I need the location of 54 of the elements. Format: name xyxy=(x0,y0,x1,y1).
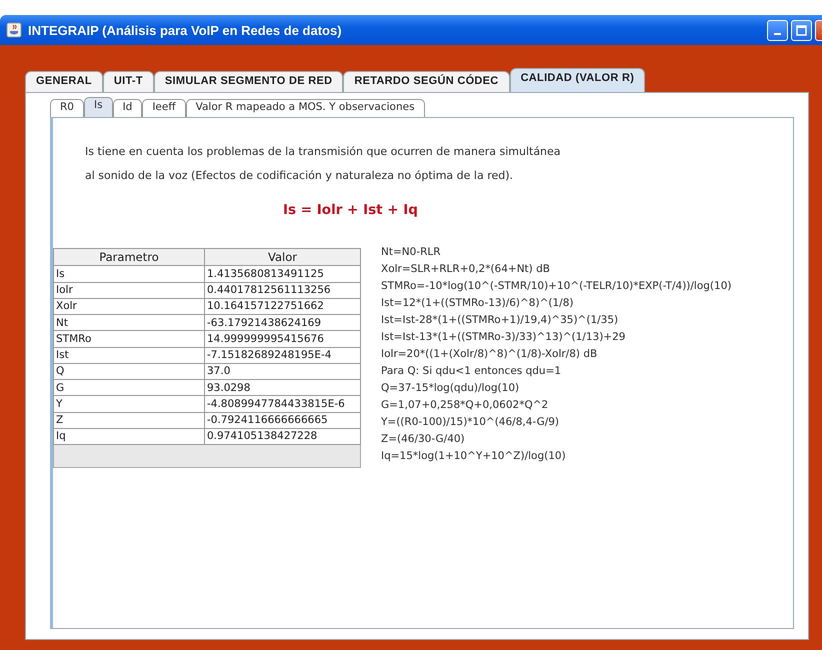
table-cell: -0.7924116666666665 xyxy=(204,412,360,428)
column-header: Valor xyxy=(204,248,360,266)
table-cell: 93.0298 xyxy=(204,380,360,396)
table-cell: Y xyxy=(54,396,204,412)
table-cell: -7.15182689248195E-4 xyxy=(204,347,360,364)
subtab[interactable]: R0 xyxy=(50,99,84,117)
table-cell: 0.44017812561113256 xyxy=(204,282,360,298)
table-cell: Q xyxy=(54,363,204,380)
column-header: Parametro xyxy=(54,248,204,266)
formula-text: Y=((R0-100)/15)*10^(46/8,4-G/9) xyxy=(381,415,560,430)
table-cell: Iolr xyxy=(54,282,204,298)
table-cell: G xyxy=(54,380,204,396)
table-cell: Ist xyxy=(54,347,204,364)
minimize-button[interactable] xyxy=(767,20,788,40)
window-title: INTEGRAIP (Análisis para VoIP en Redes de datos) xyxy=(28,22,342,38)
formula-text: Ist=12*(1+((STMRo-13)/6)^8)^(1/8) xyxy=(381,296,574,311)
table-cell: Is xyxy=(54,266,204,282)
description-text: al sonido de la voz (Efectos de codificación y naturaleza no óptima de la red). xyxy=(84,168,514,184)
app-icon xyxy=(6,22,22,38)
formula-text: Nt=N0-RLR xyxy=(381,245,442,260)
table-cell: 10.164157122751662 xyxy=(204,298,360,315)
table-cell: Z xyxy=(54,412,204,428)
tab[interactable]: GENERAL xyxy=(25,71,103,92)
table-cell: 37.0 xyxy=(204,363,360,380)
tab[interactable]: UIT-T xyxy=(102,71,154,92)
table-cell: 1.4135680813491125 xyxy=(204,266,360,282)
formula-text: Ist=Ist-28*(1+((STMRo+1)/19,4)^35)^(1/35) xyxy=(381,313,620,328)
table-cell: 14.999999995415676 xyxy=(204,330,360,348)
table-cell: Xolr xyxy=(54,298,204,315)
formula-text: Xolr=SLR+RLR+0,2*(64+Nt) dB xyxy=(381,262,551,277)
formula-text: Ist=Ist-13*(1+((STMRo-3)/33)^13)^(1/13)+29 xyxy=(381,330,626,345)
subtab[interactable]: Is xyxy=(84,97,113,117)
tab[interactable]: CALIDAD (VALOR R) xyxy=(510,68,646,92)
formula-text: G=1,07+0,258*Q+0,0602*Q^2 xyxy=(381,398,550,413)
subtab[interactable]: Valor R mapeado a MOS. Y observaciones xyxy=(186,99,425,117)
formula-text: Z=(46/30-G/40) xyxy=(381,432,466,447)
table-cell: -4.8089947784433815E-6 xyxy=(204,396,360,412)
description-text: Is tiene en cuenta los problemas de la transmisión que ocurren de manera simultánea xyxy=(84,144,562,160)
equation-text: Is = Iolr + Ist + Iq xyxy=(282,202,419,218)
formula-text: Iq=15*log(1+10^Y+10^Z)/log(10) xyxy=(381,449,567,464)
subtab[interactable]: Id xyxy=(112,99,142,117)
formula-text: Para Q: Si qdu<1 entonces qdu=1 xyxy=(381,364,562,379)
tab[interactable]: RETARDO SEGÚN CÓDEC xyxy=(343,71,510,92)
table-cell: Nt xyxy=(54,314,204,331)
maximize-icon xyxy=(796,24,807,36)
minimize-icon xyxy=(774,32,781,34)
table-cell: STMRo xyxy=(54,330,204,348)
formula-text: STMRo=-10*log(10^(-STMR/10)+10^(-TELR/10)*EXP(-T/4))/log(10) xyxy=(381,279,732,294)
subtab[interactable]: Ieeff xyxy=(142,99,186,117)
tab[interactable]: SIMULAR SEGMENTO DE RED xyxy=(154,71,344,92)
table-cell: -63.17921438624169 xyxy=(204,314,360,331)
formula-text: Iolr=20*((1+(Xolr/8)^8)^(1/8)-Xolr/8) dB xyxy=(381,347,598,362)
formula-text: Q=37-15*log(qdu)/log(10) xyxy=(381,381,520,396)
maximize-button[interactable] xyxy=(791,20,812,40)
